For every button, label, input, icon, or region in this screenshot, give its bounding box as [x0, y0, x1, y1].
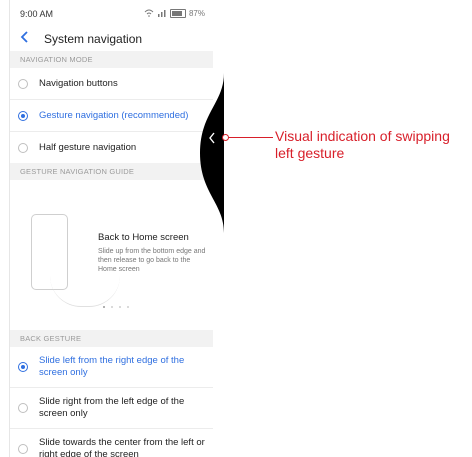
back-arrow-icon[interactable] — [20, 31, 40, 47]
navigation-mode-list: Navigation buttons Gesture navigation (r… — [10, 68, 213, 163]
option-label: Navigation buttons — [39, 77, 118, 89]
navigation-mode-heading: NAVIGATION MODE — [10, 51, 213, 68]
radio-both-edges[interactable] — [18, 444, 28, 454]
guide-description: Slide up from the bottom edge and then r… — [98, 248, 206, 273]
wifi-icon — [144, 9, 154, 19]
nav-option-buttons[interactable]: Navigation buttons — [10, 68, 213, 100]
gesture-guide-card[interactable]: Back to Home screen Slide up from the bo… — [10, 180, 213, 330]
phone-screen: 9:00 AM 87% System navigation NAVIGATION… — [9, 0, 213, 457]
pager-dot — [127, 306, 129, 308]
nav-option-gesture[interactable]: Gesture navigation (recommended) — [10, 100, 213, 132]
pager-dots — [103, 306, 129, 308]
annotation-text: Visual indication of swipping left gestu… — [275, 128, 450, 161]
title-bar: System navigation — [10, 27, 213, 51]
page-title: System navigation — [44, 32, 143, 46]
pager-dot — [119, 306, 121, 308]
option-label: Gesture navigation (recommended) — [39, 109, 189, 121]
swipe-path-illustration — [50, 276, 120, 307]
option-label: Slide left from the right edge of the sc… — [39, 355, 185, 378]
swipe-edge-indicator — [200, 73, 224, 233]
radio-gesture-navigation[interactable] — [18, 110, 28, 121]
status-icons: 87% — [144, 9, 205, 19]
radio-navigation-buttons[interactable] — [18, 78, 28, 89]
battery-percent: 87% — [188, 9, 205, 18]
option-label: Slide towards the center from the left o… — [39, 437, 205, 457]
callout-line — [228, 137, 273, 138]
radio-half-gesture[interactable] — [18, 142, 28, 153]
option-label: Half gesture navigation — [39, 141, 137, 153]
guide-title: Back to Home screen — [98, 232, 189, 243]
option-label: Slide right from the left edge of the sc… — [39, 396, 185, 419]
nav-option-half-gesture[interactable]: Half gesture navigation — [10, 132, 213, 163]
back-gesture-list: Slide left from the right edge of the sc… — [10, 347, 213, 457]
battery-icon — [169, 9, 186, 18]
pager-dot — [111, 306, 113, 308]
back-option-both-edges[interactable]: Slide towards the center from the left o… — [10, 429, 213, 457]
back-gesture-heading: BACK GESTURE — [10, 330, 213, 347]
radio-left-edge[interactable] — [18, 403, 28, 413]
pager-dot — [103, 306, 105, 308]
back-option-left-edge[interactable]: Slide right from the left edge of the sc… — [10, 388, 213, 429]
radio-right-edge[interactable] — [18, 362, 28, 372]
status-bar: 9:00 AM 87% — [10, 0, 213, 27]
gesture-guide-heading: GESTURE NAVIGATION GUIDE — [10, 163, 213, 180]
signal-icon — [157, 9, 167, 19]
back-option-right-edge[interactable]: Slide left from the right edge of the sc… — [10, 347, 213, 388]
status-time: 9:00 AM — [20, 8, 54, 19]
